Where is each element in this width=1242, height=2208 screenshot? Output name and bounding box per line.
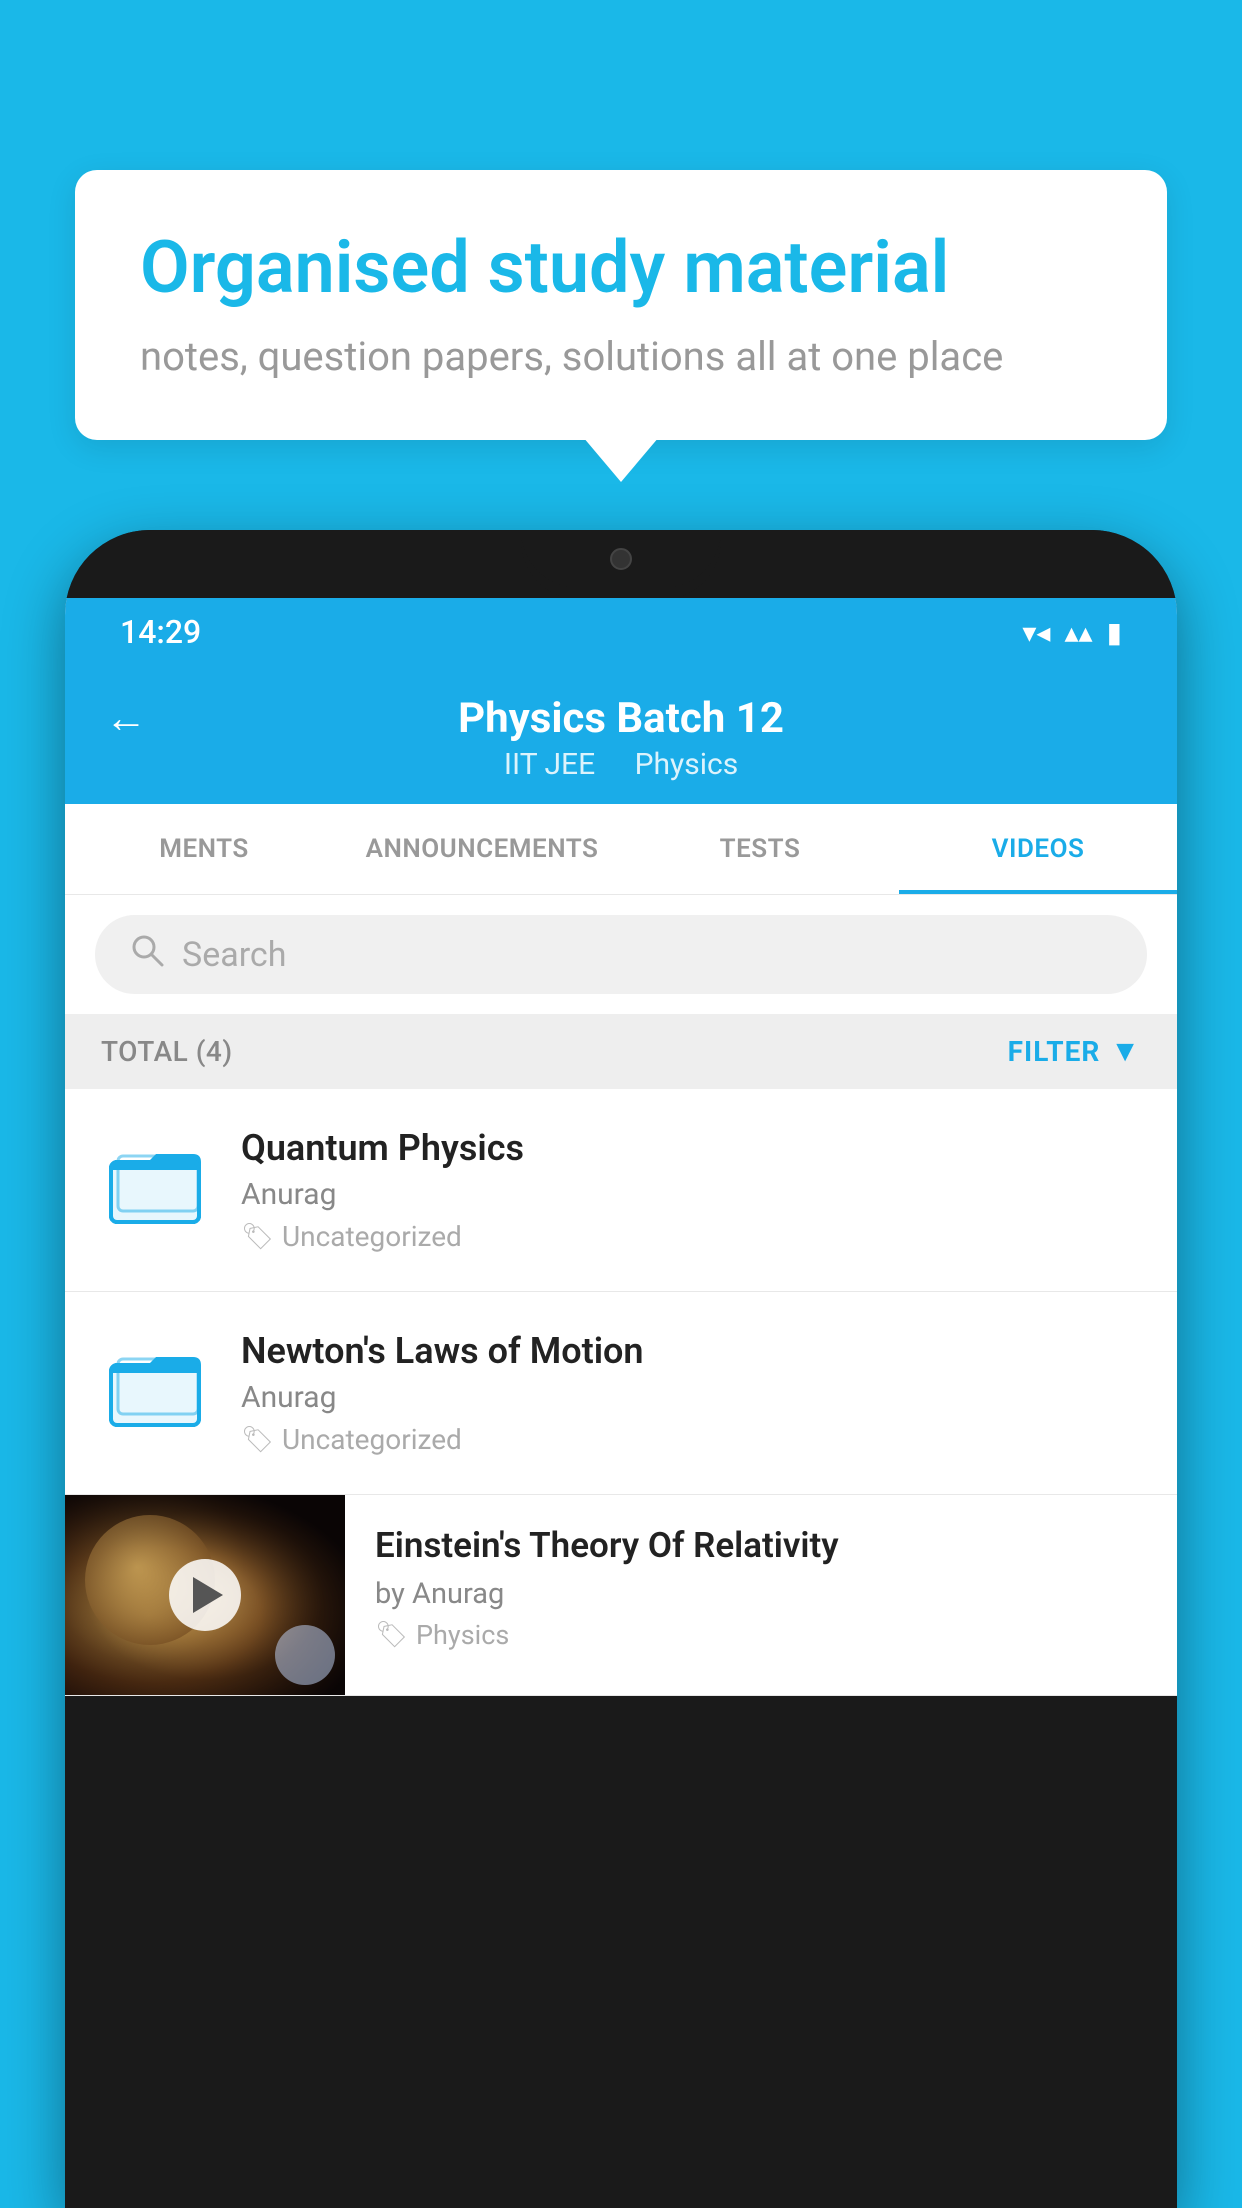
- video-author: Anurag: [241, 1380, 1141, 1415]
- video-author: Anurag: [241, 1177, 1141, 1212]
- tag-label: Physics: [416, 1619, 509, 1651]
- video-thumbnail: [65, 1495, 345, 1695]
- tag-icon: 🏷: [241, 1222, 274, 1252]
- folder-icon: [106, 1132, 206, 1232]
- header-subtitle-iitjee: IIT JEE: [504, 747, 595, 782]
- filter-button[interactable]: FILTER ▼: [1008, 1034, 1141, 1069]
- front-camera: [610, 548, 632, 570]
- phone-frame: 14:29 ▾◂ ▴▴ ▮ ← Physics Batch 12 IIT JEE…: [65, 530, 1177, 2208]
- video-info: Quantum Physics Anurag 🏷 Uncategorized: [241, 1127, 1141, 1253]
- tag-icon: 🏷: [375, 1620, 408, 1650]
- tab-announcements[interactable]: ANNOUNCEMENTS: [343, 804, 621, 894]
- speech-bubble-title: Organised study material: [140, 225, 1102, 311]
- search-bar[interactable]: Search: [95, 915, 1147, 994]
- play-icon: [193, 1577, 223, 1613]
- folder-icon: [106, 1335, 206, 1435]
- tab-tests[interactable]: TESTS: [621, 804, 899, 894]
- battery-icon: ▮: [1107, 616, 1122, 649]
- video-list: Quantum Physics Anurag 🏷 Uncategorized: [65, 1089, 1177, 1696]
- phone-top-bezel: [65, 530, 1177, 598]
- tab-ments[interactable]: MENTS: [65, 804, 343, 894]
- header-subtitle: IIT JEE Physics: [496, 747, 746, 782]
- total-bar: TOTAL (4) FILTER ▼: [65, 1014, 1177, 1089]
- search-container: Search: [65, 895, 1177, 1014]
- filter-label: FILTER: [1008, 1035, 1101, 1068]
- video-title: Einstein's Theory Of Relativity: [375, 1523, 1149, 1569]
- tab-bar: MENTS ANNOUNCEMENTS TESTS VIDEOS: [65, 804, 1177, 895]
- wifi-icon: ▾◂: [1022, 616, 1050, 649]
- list-item[interactable]: Quantum Physics Anurag 🏷 Uncategorized: [65, 1089, 1177, 1292]
- video-tag: 🏷 Uncategorized: [241, 1423, 1141, 1456]
- search-placeholder: Search: [182, 935, 286, 975]
- video-thumb: [101, 1330, 211, 1440]
- filter-icon: ▼: [1110, 1034, 1141, 1069]
- tab-videos[interactable]: VIDEOS: [899, 804, 1177, 894]
- speech-bubble-subtitle: notes, question papers, solutions all at…: [140, 333, 1102, 380]
- tag-icon: 🏷: [241, 1425, 274, 1455]
- tag-label: Uncategorized: [282, 1220, 462, 1253]
- search-icon: [130, 933, 164, 976]
- total-label: TOTAL (4): [101, 1035, 233, 1068]
- header-subtitle-physics: Physics: [635, 747, 739, 782]
- play-button[interactable]: [169, 1559, 241, 1631]
- header-title: Physics Batch 12: [458, 694, 784, 743]
- phone-screen: 14:29 ▾◂ ▴▴ ▮ ← Physics Batch 12 IIT JEE…: [65, 598, 1177, 1696]
- status-bar: 14:29 ▾◂ ▴▴ ▮: [65, 598, 1177, 666]
- speech-bubble: Organised study material notes, question…: [75, 170, 1167, 440]
- tag-label: Uncategorized: [282, 1423, 462, 1456]
- video-author: by Anurag: [375, 1577, 1149, 1611]
- list-item[interactable]: Newton's Laws of Motion Anurag 🏷 Uncateg…: [65, 1292, 1177, 1495]
- status-time: 14:29: [120, 613, 201, 651]
- video-tag: 🏷 Uncategorized: [241, 1220, 1141, 1253]
- signal-icon: ▴▴: [1064, 616, 1092, 649]
- app-header: ← Physics Batch 12 IIT JEE Physics: [65, 666, 1177, 804]
- video-thumb: [101, 1127, 211, 1237]
- video-title: Newton's Laws of Motion: [241, 1330, 1141, 1372]
- video-info: Newton's Laws of Motion Anurag 🏷 Uncateg…: [241, 1330, 1141, 1456]
- notch: [521, 530, 721, 588]
- back-button[interactable]: ←: [105, 694, 147, 743]
- video-title: Quantum Physics: [241, 1127, 1141, 1169]
- status-icons: ▾◂ ▴▴ ▮: [1022, 616, 1122, 649]
- list-item[interactable]: Einstein's Theory Of Relativity by Anura…: [65, 1495, 1177, 1696]
- video-tag: 🏷 Physics: [375, 1619, 1149, 1651]
- video-info: Einstein's Theory Of Relativity by Anura…: [345, 1495, 1177, 1679]
